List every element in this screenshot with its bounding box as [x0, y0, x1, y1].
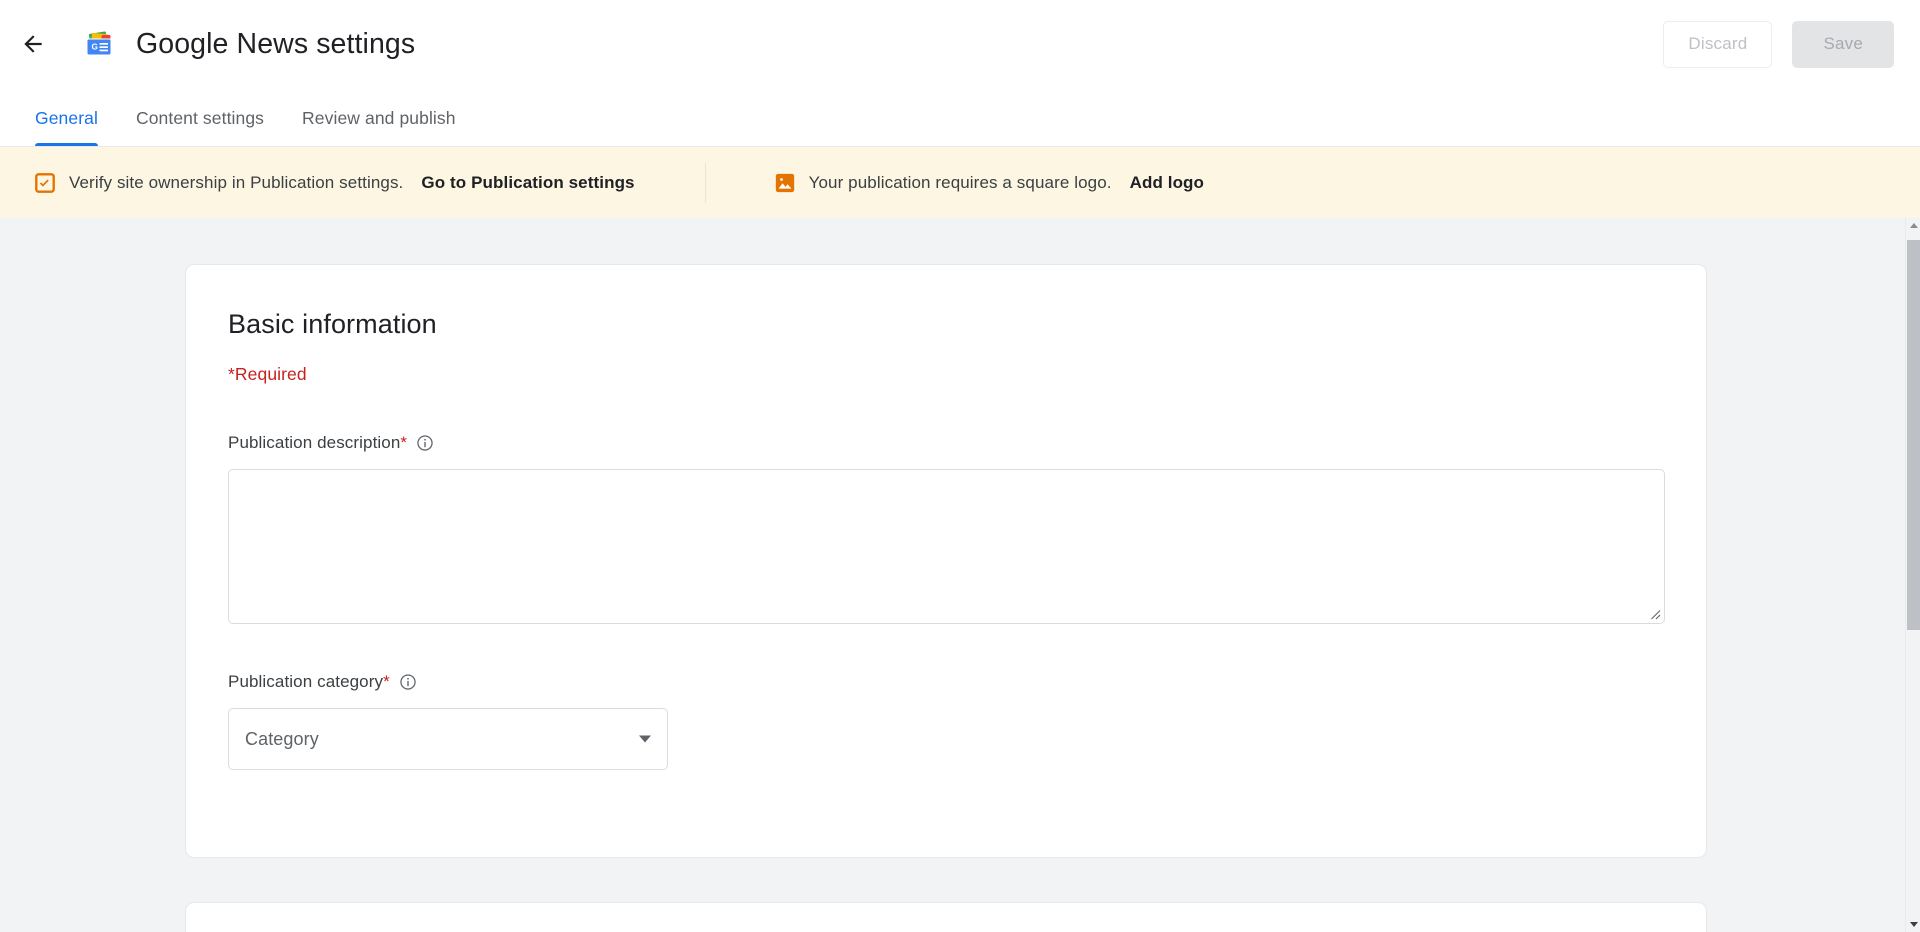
chevron-down-icon: [639, 735, 651, 743]
back-arrow-icon: [20, 31, 46, 57]
page-title: Google News settings: [136, 27, 416, 60]
save-button[interactable]: Save: [1792, 20, 1894, 68]
vertical-scrollbar[interactable]: [1905, 218, 1920, 932]
go-to-publication-settings-link[interactable]: Go to Publication settings: [421, 173, 634, 193]
field-label-row-description: Publication description*: [228, 433, 1706, 453]
banner-divider: [704, 162, 706, 203]
required-note: *Required: [228, 364, 307, 384]
svg-text:G: G: [92, 43, 98, 52]
required-asterisk-category: *: [383, 672, 390, 691]
publication-category-select[interactable]: Category: [228, 708, 668, 770]
basic-information-card: Basic information *Required Publication …: [185, 264, 1707, 858]
back-button[interactable]: [6, 17, 60, 71]
publication-description-input[interactable]: [229, 470, 1664, 623]
publication-description-box: [228, 469, 1665, 624]
scroll-down-arrow[interactable]: [1906, 917, 1920, 932]
label-publication-category: Publication category*: [228, 672, 390, 691]
tab-general[interactable]: General: [16, 108, 117, 146]
field-label-row-category: Publication category*: [228, 672, 1706, 692]
tab-bar: General Content settings Review and publ…: [0, 88, 1920, 147]
field-publication-category: Publication category* Category: [186, 672, 1706, 770]
banner-item-verify-ownership: Verify site ownership in Publication set…: [34, 147, 635, 218]
tab-content-settings[interactable]: Content settings: [117, 108, 283, 146]
google-news-logo: G: [82, 27, 116, 61]
add-logo-link[interactable]: Add logo: [1130, 173, 1204, 193]
app-root: G Google News settings Discard Save Gene…: [0, 0, 1920, 932]
required-asterisk-description: *: [400, 433, 408, 452]
banner-item-square-logo: Your publication requires a square logo.…: [774, 147, 1204, 218]
banner-text-square-logo: Your publication requires a square logo.: [808, 172, 1112, 192]
info-icon-publication-category[interactable]: [399, 673, 417, 691]
discard-button[interactable]: Discard: [1663, 20, 1773, 68]
warning-banner: Verify site ownership in Publication set…: [0, 147, 1920, 218]
tab-review-and-publish[interactable]: Review and publish: [283, 108, 475, 146]
top-app-bar: G Google News settings Discard Save: [0, 0, 1920, 88]
settings-content-area: Basic information *Required Publication …: [0, 218, 1905, 932]
banner-text-verify-ownership: Verify site ownership in Publication set…: [69, 172, 404, 192]
field-publication-description: Publication description*: [186, 433, 1706, 624]
task-checkbox-icon: [34, 172, 56, 194]
next-section-card: [185, 902, 1707, 932]
scroll-thumb[interactable]: [1907, 240, 1920, 630]
label-publication-description: Publication description*: [228, 433, 408, 452]
info-icon-publication-description[interactable]: [416, 434, 434, 452]
image-icon: [774, 172, 796, 194]
publication-category-selected-value: Category: [245, 728, 319, 749]
card-title-basic-information: Basic information: [228, 309, 437, 339]
scroll-up-arrow[interactable]: [1906, 218, 1920, 233]
